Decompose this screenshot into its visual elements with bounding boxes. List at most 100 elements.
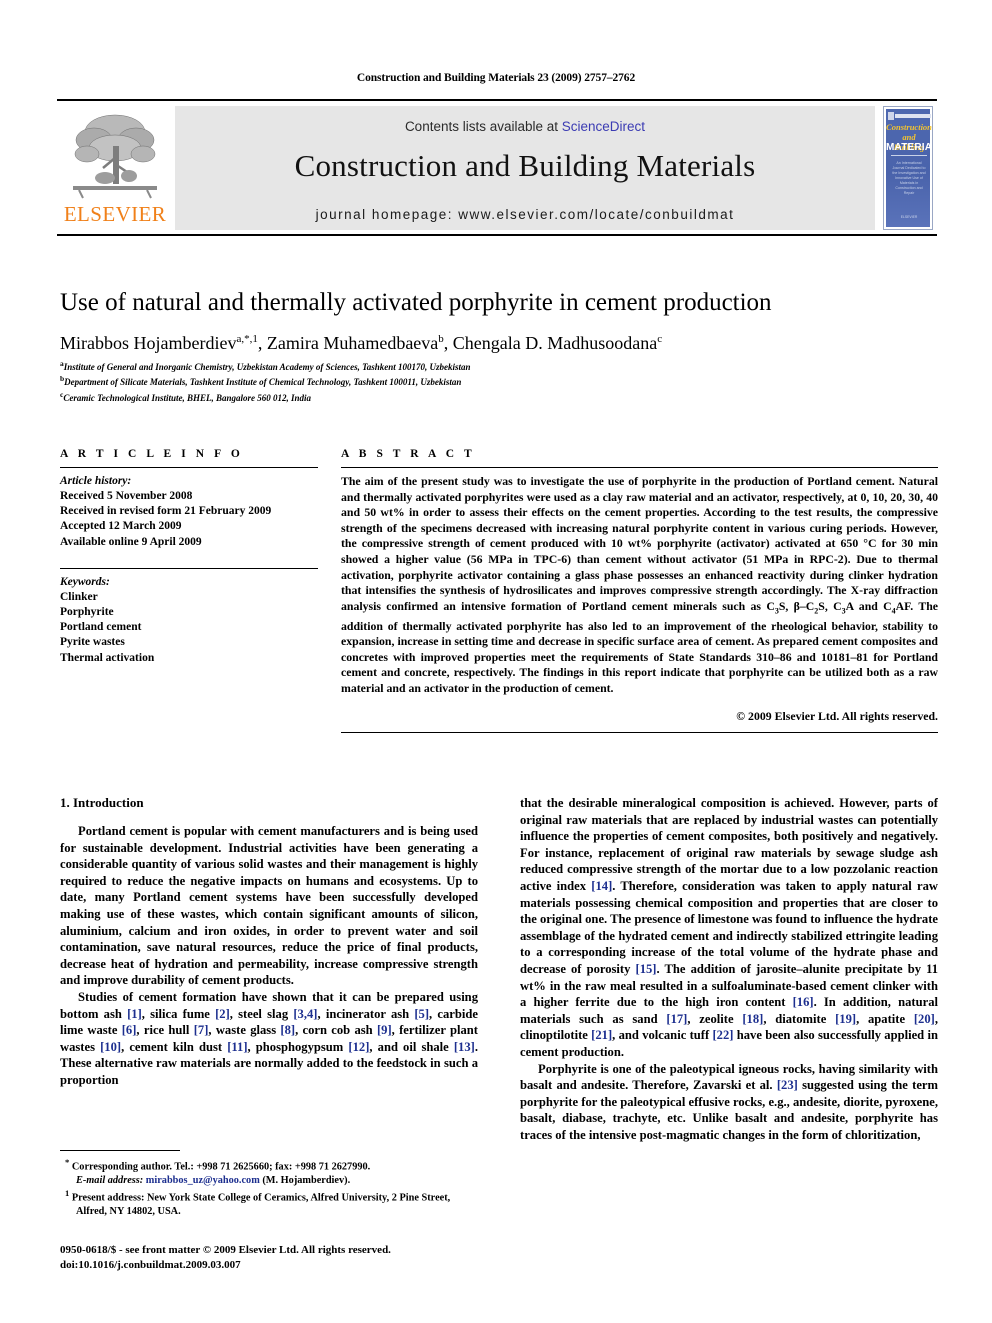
imprint-line-1: 0950-0618/$ - see front matter © 2009 El… xyxy=(60,1244,391,1256)
article-history-title: Article history: xyxy=(60,475,132,487)
footnote-mark: 1 xyxy=(65,1188,70,1199)
citation-link[interactable]: [7] xyxy=(194,1023,209,1037)
affiliation-text: Ceramic Technological Institute, BHEL, B… xyxy=(63,392,312,403)
body-column-right: that the desirable mineralogical composi… xyxy=(520,795,938,1250)
journal-cover-thumbnail: Construction and Building MATERIALS An I… xyxy=(883,106,933,230)
abstract-block: A B S T R A C T The aim of the present s… xyxy=(341,448,938,741)
footnote-rule xyxy=(60,1150,180,1151)
abstract-minerals-1: S, β–C xyxy=(778,598,815,613)
abstract-minerals-4: AF. xyxy=(895,598,919,613)
author-marks: c xyxy=(657,333,663,345)
keyword-item: Thermal activation xyxy=(60,651,155,664)
paragraph-text: , waste glass xyxy=(208,1023,281,1038)
email-label: E-mail address: xyxy=(76,1174,144,1186)
paragraph-text: , and volcanic tuff xyxy=(612,1028,713,1043)
citation-link[interactable]: [18] xyxy=(742,1012,763,1026)
page-title: Use of natural and thermally activated p… xyxy=(60,289,772,316)
footnote-text: Corresponding author. Tel.: +998 71 2625… xyxy=(71,1161,371,1173)
citation-link[interactable]: [15] xyxy=(636,962,657,976)
imprint-block: 0950-0618/$ - see front matter © 2009 El… xyxy=(60,1243,560,1272)
cover-top-bar xyxy=(895,114,931,118)
body-column-left: Portland cement is popular with cement m… xyxy=(60,823,478,1143)
citation-link[interactable]: [13] xyxy=(454,1040,475,1054)
journal-title: Construction and Building Materials xyxy=(294,148,756,183)
cover-blurb: An International Journal Dedicated to th… xyxy=(892,161,926,195)
citation-link[interactable]: [22] xyxy=(712,1028,733,1042)
keywords-title: Keywords: xyxy=(60,575,110,588)
paragraph-text: , rice hull xyxy=(136,1023,194,1038)
author-marks: a,*,1 xyxy=(236,333,258,345)
affiliation-text: Department of Silicate Materials, Tashke… xyxy=(64,377,462,388)
paragraph-text: , diatomite xyxy=(763,1011,836,1026)
elsevier-wordmark: ELSEVIER xyxy=(63,202,167,226)
citation-link[interactable]: [17] xyxy=(666,1012,687,1026)
cover-line-3: MATERIALS xyxy=(886,142,933,153)
article-history-item: Received 5 November 2008 xyxy=(60,490,193,502)
article-info-label: A R T I C L E I N F O xyxy=(60,448,244,460)
keywords-rule xyxy=(60,567,318,569)
elsevier-logo: ELSEVIER xyxy=(61,106,169,230)
keyword-item: Portland cement xyxy=(60,621,142,634)
author-name: Chengala D. Madhusoodana xyxy=(452,333,658,353)
cover-line-1: Construction xyxy=(886,122,932,132)
footnote-block: * Corresponding author. Tel.: +998 71 26… xyxy=(60,1150,478,1218)
paragraph-text: , and oil shale xyxy=(369,1039,454,1054)
citation-link[interactable]: [2] xyxy=(215,1007,230,1021)
journal-homepage-link[interactable]: journal homepage: www.elsevier.com/locat… xyxy=(175,207,875,222)
affiliation-text: Institute of General and Inorganic Chemi… xyxy=(63,362,471,372)
author-list: Mirabbos Hojamberdieva,*,1, Zamira Muham… xyxy=(60,333,663,353)
citation-link[interactable]: [5] xyxy=(414,1007,429,1021)
paragraph-text: , incinerator ash xyxy=(317,1006,415,1021)
paragraph-text: , phosphogypsum xyxy=(247,1039,349,1054)
contents-prefix: Contents lists available at xyxy=(404,119,562,134)
email-link[interactable]: mirabbos_uz@yahoo.com xyxy=(146,1175,260,1186)
citation-link[interactable]: [21] xyxy=(591,1028,612,1042)
footnote-corresponding-author: * Corresponding author. Tel.: +998 71 26… xyxy=(60,1156,478,1187)
citation-link[interactable]: [9] xyxy=(377,1023,392,1037)
citation-link[interactable]: [3,4] xyxy=(293,1007,317,1021)
affiliation-item: aInstitute of General and Inorganic Chem… xyxy=(60,358,940,373)
citation-link[interactable]: [6] xyxy=(122,1023,137,1037)
article-info-top-rule xyxy=(60,467,318,468)
paper-page: Construction and Building Materials 23 (… xyxy=(0,0,992,1323)
citation-link[interactable]: [19] xyxy=(835,1012,856,1026)
citation-link[interactable]: [1] xyxy=(127,1007,142,1021)
citation-link[interactable]: [11] xyxy=(227,1040,247,1054)
contents-available-line: Contents lists available at ScienceDirec… xyxy=(175,119,875,134)
abstract-minerals-2: S, C xyxy=(818,598,842,613)
cover-footer: ELSEVIER xyxy=(900,215,918,220)
paragraph: Portland cement is popular with cement m… xyxy=(60,823,478,989)
citation-link[interactable]: [8] xyxy=(280,1023,295,1037)
paragraph: that the desirable mineralogical composi… xyxy=(520,795,938,1061)
affiliation-item: cCeramic Technological Institute, BHEL, … xyxy=(60,389,940,404)
section-heading-introduction: 1. Introduction xyxy=(60,795,144,810)
footnote-mark: * xyxy=(65,1157,70,1167)
cover-publisher-mark xyxy=(888,112,894,120)
citation-link[interactable]: [12] xyxy=(348,1040,369,1054)
running-head: Construction and Building Materials 23 (… xyxy=(356,72,636,84)
citation-link[interactable]: [14] xyxy=(591,879,612,893)
affiliation-item: bDepartment of Silicate Materials, Tashk… xyxy=(60,373,940,388)
journal-banner: Contents lists available at ScienceDirec… xyxy=(175,106,875,230)
citation-link[interactable]: [23] xyxy=(777,1078,798,1092)
abstract-minerals-3: A and C xyxy=(845,598,892,613)
abstract-label: A B S T R A C T xyxy=(341,448,476,460)
article-history-item: Received in revised form 21 February 200… xyxy=(60,505,272,518)
citation-link[interactable]: [10] xyxy=(100,1040,121,1054)
paragraph-text: , apatite xyxy=(856,1011,914,1026)
author-name: Zamira Muhamedbaeva xyxy=(266,333,439,353)
keywords-block: Keywords: Clinker Porphyrite Portland ce… xyxy=(60,575,318,666)
author-name: Mirabbos Hojamberdiev xyxy=(60,333,237,353)
email-suffix: (M. Hojamberdiev). xyxy=(262,1174,351,1186)
keyword-item: Clinker xyxy=(60,590,98,603)
abstract-top-rule xyxy=(341,467,938,468)
sciencedirect-link[interactable]: ScienceDirect xyxy=(562,119,645,134)
citation-link[interactable]: [16] xyxy=(793,995,814,1009)
abstract-bottom-rule xyxy=(341,731,938,733)
abstract-text: The aim of the present study was to inve… xyxy=(341,474,938,697)
journal-masthead: ELSEVIER Contents lists available at Sci… xyxy=(57,99,937,236)
article-history-item: Available online 9 April 2009 xyxy=(60,535,202,548)
paragraph-text: Portland cement is popular with cement m… xyxy=(60,824,478,988)
citation-link[interactable]: [20] xyxy=(914,1012,935,1026)
reference-run: [14]. Therefore, consideration was taken… xyxy=(520,879,938,1059)
